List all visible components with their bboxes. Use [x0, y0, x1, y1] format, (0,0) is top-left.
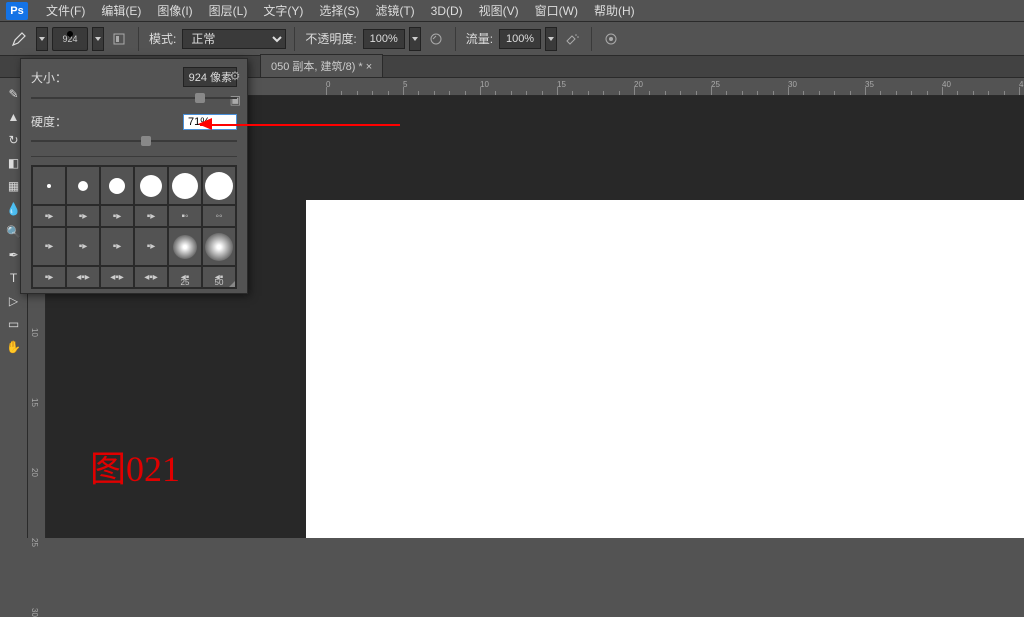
flow-label: 流量:: [466, 30, 493, 47]
shape-tool[interactable]: ▭: [2, 313, 26, 335]
brush-preset[interactable]: ▪▸: [33, 206, 65, 226]
flow-dropdown[interactable]: [545, 27, 557, 51]
brush-preset-dropdown[interactable]: [92, 27, 104, 51]
document-tab[interactable]: 050 副本, 建筑/8) * ×: [260, 54, 383, 77]
brush-preset[interactable]: [135, 167, 167, 204]
brush-preset[interactable]: ▪▸: [135, 206, 167, 226]
brush-preset[interactable]: ◦◦: [203, 206, 235, 226]
menu-window[interactable]: 窗口(W): [527, 0, 586, 21]
hardness-label: 硬度：: [31, 113, 67, 130]
brush-preset[interactable]: ▪◦: [169, 206, 201, 226]
opacity-pressure-icon[interactable]: [425, 28, 447, 50]
options-bar: 924 模式: 正常 不透明度: 流量:: [0, 22, 1024, 56]
menu-edit[interactable]: 编辑(E): [93, 0, 149, 21]
panel-resize-handle[interactable]: [225, 277, 235, 287]
menu-type[interactable]: 文字(Y): [255, 0, 311, 21]
brush-preset[interactable]: [203, 228, 235, 265]
brush-preset[interactable]: [33, 167, 65, 204]
brush-preset[interactable]: [203, 167, 235, 204]
hardness-input[interactable]: [183, 114, 237, 130]
brush-preset[interactable]: ▪▸: [33, 228, 65, 265]
hardness-slider[interactable]: [31, 134, 237, 148]
brush-preview-button[interactable]: 924: [52, 27, 88, 51]
figure-label: 图021: [90, 440, 180, 492]
brush-preset[interactable]: [169, 167, 201, 204]
opacity-label: 不透明度:: [305, 30, 356, 47]
menu-view[interactable]: 视图(V): [471, 0, 527, 21]
mode-label: 模式:: [149, 30, 176, 47]
brush-preset[interactable]: [169, 228, 201, 265]
brush-tool-icon: [6, 26, 32, 52]
brush-panel-toggle-icon[interactable]: [108, 28, 130, 50]
brush-preset[interactable]: ▪▸: [33, 267, 65, 287]
brush-preset[interactable]: ◂▪▸: [101, 267, 133, 287]
brush-preset-grid: ▪▸ ▪▸ ▪▸ ▪▸ ▪◦ ◦◦ ▪▸ ▪▸ ▪▸ ▪▸ ▪▸ ◂▪▸ ◂▪▸…: [31, 165, 237, 289]
brush-preset[interactable]: ▪▸: [67, 206, 99, 226]
menubar: Ps 文件(F) 编辑(E) 图像(I) 图层(L) 文字(Y) 选择(S) 滤…: [0, 0, 1024, 22]
menu-image[interactable]: 图像(I): [149, 0, 200, 21]
menu-layer[interactable]: 图层(L): [201, 0, 256, 21]
airbrush-icon[interactable]: [561, 28, 583, 50]
brush-preset[interactable]: ◂▪25: [169, 267, 201, 287]
tablet-pressure-icon[interactable]: [600, 28, 622, 50]
brush-preset[interactable]: ▪▸: [101, 206, 133, 226]
hand-tool[interactable]: ✋: [2, 336, 26, 358]
brush-preset[interactable]: ◂▪▸: [135, 267, 167, 287]
opacity-input[interactable]: [363, 29, 405, 49]
brush-preset[interactable]: [67, 167, 99, 204]
brush-settings-popup: ⚙ ▣ 大小： 924 像素 硬度： ▪▸ ▪▸ ▪▸ ▪▸ ▪◦ ◦◦ ▪▸: [20, 58, 248, 294]
app-logo: Ps: [6, 2, 28, 20]
brush-preset[interactable]: ◂▪▸: [67, 267, 99, 287]
brush-preset[interactable]: ▪▸: [101, 228, 133, 265]
menu-file[interactable]: 文件(F): [38, 0, 93, 21]
size-slider[interactable]: [31, 91, 237, 105]
menu-filter[interactable]: 滤镜(T): [367, 0, 422, 21]
blend-mode-select[interactable]: 正常: [182, 29, 286, 49]
menu-3d[interactable]: 3D(D): [423, 2, 471, 20]
size-label: 大小：: [31, 69, 67, 86]
menu-help[interactable]: 帮助(H): [586, 0, 643, 21]
canvas[interactable]: [306, 200, 1024, 538]
brush-popup-settings-icon[interactable]: ⚙: [230, 69, 241, 83]
brush-preset[interactable]: [101, 167, 133, 204]
brush-preset[interactable]: ▪▸: [67, 228, 99, 265]
menu-select[interactable]: 选择(S): [311, 0, 367, 21]
brush-preset[interactable]: ▪▸: [135, 228, 167, 265]
flow-input[interactable]: [499, 29, 541, 49]
tool-preset-dropdown[interactable]: [36, 27, 48, 51]
opacity-dropdown[interactable]: [409, 27, 421, 51]
